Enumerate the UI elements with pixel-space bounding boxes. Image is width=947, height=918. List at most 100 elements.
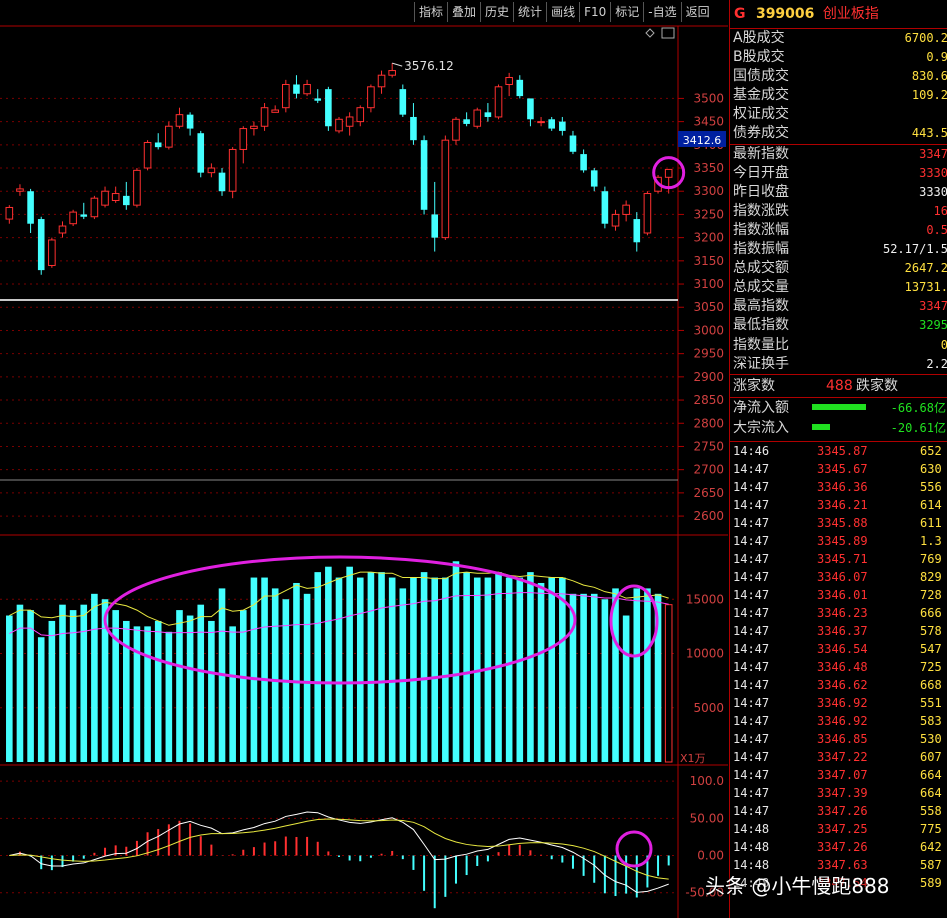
- tick-price: 3346.01: [817, 587, 868, 602]
- volume-bar: [527, 572, 534, 762]
- volume-tick-label: 5000: [693, 701, 724, 715]
- tick-volume: 611: [920, 515, 942, 530]
- tick-volume: 642: [920, 839, 942, 854]
- stat-row: 指数涨幅 0.5: [730, 221, 947, 240]
- candle-body: [441, 139, 450, 239]
- tick-time: 14:47: [733, 659, 770, 674]
- toolbar-button-5[interactable]: F10: [579, 2, 610, 22]
- toolbar-button-6[interactable]: 标记: [610, 2, 643, 22]
- tick-time: 14:47: [733, 623, 770, 638]
- stat-value: 0: [941, 336, 947, 355]
- tick-row[interactable]: 14:47 3345.71 769: [730, 550, 947, 568]
- watermark: 头条 @小牛慢跑888: [705, 874, 890, 898]
- tick-row[interactable]: 14:47 3345.89 1.3: [730, 532, 947, 550]
- volume-bar: [622, 615, 630, 762]
- stat-value: 109.2: [911, 88, 947, 103]
- volume-bar: [399, 588, 407, 762]
- tick-row[interactable]: 14:47 3346.62 668: [730, 676, 947, 694]
- tick-time: 14:47: [733, 479, 770, 494]
- stat-label: 指数振幅: [733, 241, 789, 258]
- tick-volume: 775: [920, 821, 942, 836]
- tick-row[interactable]: 14:48 3347.25 775: [730, 820, 947, 838]
- tick-row[interactable]: 14:46 3345.87 652: [730, 442, 947, 460]
- toolbar-button-0[interactable]: 指标: [414, 2, 447, 22]
- tick-row[interactable]: 14:47 3346.07 829: [730, 568, 947, 586]
- volume-bar: [133, 626, 141, 762]
- tick-row[interactable]: 14:47 3346.21 614: [730, 496, 947, 514]
- candle-body: [48, 239, 56, 266]
- tick-price: 3346.92: [817, 713, 868, 728]
- tick-row[interactable]: 14:47 3346.85 530: [730, 730, 947, 748]
- diamond-icon: [645, 28, 655, 38]
- high-marker-label: 3576.12: [404, 59, 454, 73]
- candle-body: [69, 211, 77, 225]
- candle-body: [111, 193, 120, 202]
- stat-label: 最高指数: [733, 298, 789, 315]
- tick-price: 3347.26: [817, 839, 868, 854]
- stat-row: 最低指数 3295: [730, 316, 947, 335]
- tick-row[interactable]: 14:47 3346.36 556: [730, 478, 947, 496]
- tick-price: 3345.88: [817, 515, 868, 530]
- tick-row[interactable]: 14:47 3346.48 725: [730, 658, 947, 676]
- tick-row[interactable]: 14:47 3345.67 630: [730, 460, 947, 478]
- volume-bar: [346, 566, 353, 762]
- tick-row[interactable]: 14:47 3346.01 728: [730, 586, 947, 604]
- candle-body: [250, 125, 258, 130]
- tick-row[interactable]: 14:47 3346.23 666: [730, 604, 947, 622]
- tick-time: 14:47: [733, 461, 770, 476]
- price-tick-label: 2850: [693, 393, 724, 407]
- tick-volume: 728: [920, 587, 942, 602]
- volume-unit-label: X1万: [680, 752, 706, 765]
- flow-bar: [812, 403, 867, 410]
- candle-body: [239, 128, 248, 150]
- tick-row[interactable]: 14:47 3346.37 578: [730, 622, 947, 640]
- tick-volume: 589: [920, 875, 942, 890]
- tick-row[interactable]: 14:47 3347.22 607: [730, 748, 947, 766]
- advance-count: 488: [826, 377, 853, 394]
- toolbar-button-7[interactable]: -自选: [643, 2, 680, 22]
- tick-row[interactable]: 14:47 3347.26 558: [730, 802, 947, 820]
- price-tick-label: 3050: [693, 300, 724, 314]
- tick-volume: 769: [920, 551, 942, 566]
- advance-label: 涨家数: [733, 377, 775, 394]
- tick-row[interactable]: 14:47 3346.92 551: [730, 694, 947, 712]
- candle-body: [420, 140, 428, 210]
- toolbar-button-1[interactable]: 叠加: [447, 2, 480, 22]
- stat-label: 今日开盘: [733, 164, 789, 181]
- tick-time: 14:47: [733, 515, 770, 530]
- tick-row[interactable]: 14:47 3345.88 611: [730, 514, 947, 532]
- tick-row[interactable]: 14:47 3347.39 664: [730, 784, 947, 802]
- tick-time: 14:47: [733, 767, 770, 782]
- candle-body: [133, 169, 141, 206]
- tick-price: 3346.21: [817, 497, 868, 512]
- stat-value: 6700.2: [904, 31, 947, 45]
- toolbar-button-3[interactable]: 统计: [513, 2, 546, 22]
- candle-body: [314, 98, 322, 101]
- fund-flow-section: 净流入额 -66.68亿 大宗流入 -20.61亿: [730, 398, 947, 438]
- candle-body: [165, 125, 173, 148]
- kline-chart-area[interactable]: 3500345034003350330032503200315031003050…: [0, 0, 728, 918]
- volume-bar: [601, 599, 609, 762]
- tick-row[interactable]: 14:48 3347.26 642: [730, 838, 947, 856]
- macd-tick-label: 50.00: [690, 811, 724, 825]
- macd-tick-label: 100.0: [690, 774, 724, 788]
- kline-chart-svg[interactable]: 3500345034003350330032503200315031003050…: [0, 0, 728, 918]
- current-price-label: 3412.6: [683, 134, 722, 147]
- chart-toolbar: 指标 叠加 历史 统计 画线 F10 标记 -自选 返回: [414, 2, 714, 24]
- volume-bar: [410, 577, 417, 762]
- tick-volume: 547: [920, 641, 942, 656]
- volume-bar: [505, 577, 513, 762]
- tick-row[interactable]: 14:47 3346.92 583: [730, 712, 947, 730]
- tick-list[interactable]: 14:46 3345.87 652 14:47 3345.67 630 14:47 3346.…: [730, 440, 947, 892]
- tick-row[interactable]: 14:47 3346.54 547: [730, 640, 947, 658]
- volume-tick-label: 15000: [686, 592, 724, 606]
- candle-body: [473, 109, 482, 127]
- tick-volume: 668: [920, 677, 942, 692]
- tick-volume: 630: [920, 461, 942, 476]
- tick-row[interactable]: 14:47 3347.07 664: [730, 766, 947, 784]
- candle-body: [377, 74, 386, 88]
- toolbar-button-2[interactable]: 历史: [480, 2, 513, 22]
- toolbar-button-4[interactable]: 画线: [546, 2, 579, 22]
- toolbar-button-8[interactable]: 返回: [680, 2, 714, 22]
- candle-body: [303, 83, 311, 95]
